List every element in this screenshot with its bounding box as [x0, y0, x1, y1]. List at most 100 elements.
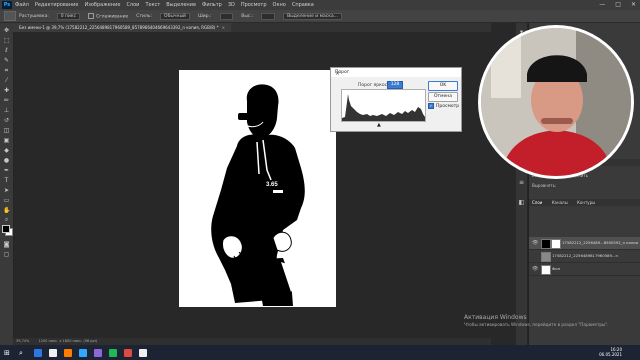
close-tab-icon[interactable]: ×	[222, 25, 225, 30]
history-brush-tool-icon[interactable]: ↺	[3, 117, 10, 124]
quick-select-tool-icon[interactable]: ✎	[3, 57, 10, 64]
ok-button[interactable]: OK	[428, 81, 458, 91]
foreground-color-swatch[interactable]	[2, 225, 10, 233]
close-button[interactable]: ✕	[631, 1, 636, 8]
screen-mode-icon[interactable]: ▢	[3, 251, 10, 258]
menu-help[interactable]: Справка	[292, 2, 314, 8]
hand-tool-icon[interactable]: ✋	[3, 207, 10, 214]
options-bar: Растушевка: 0 пикс Сглаживание Стиль: Об…	[0, 10, 640, 23]
layer-row[interactable]: 👁 17582212_2256489...8900592_n копия	[529, 237, 640, 250]
menu-select[interactable]: Выделение	[166, 2, 196, 8]
type-tool-icon[interactable]: T	[3, 177, 10, 184]
taskbar-app-icon[interactable]	[124, 348, 132, 357]
tools-panel: ✥ ⬚ ℓ ✎ ⌗ ⁄ ✚ ✏ ⊥ ↺ ◫ ▣ ◆ ● ✒ T ➤ ▭ ✋ ⌕ …	[0, 23, 14, 345]
align-label: Выровнять:	[532, 183, 557, 188]
threshold-slider-handle[interactable]: ▲	[377, 122, 381, 128]
menu-file[interactable]: Файл	[15, 2, 29, 8]
layer-name: 17582212_2256489817960589...n	[552, 253, 618, 258]
eraser-tool-icon[interactable]: ◫	[3, 127, 10, 134]
eyedropper-tool-icon[interactable]: ⁄	[3, 77, 10, 84]
minimize-button[interactable]: —	[599, 1, 605, 8]
status-bar: 39,74% 1200 пикс. x 1800 пикс. (96 ppi)	[13, 338, 491, 345]
path-select-tool-icon[interactable]: ➤	[3, 187, 10, 194]
select-mask-button[interactable]: Выделение и маска...	[283, 12, 343, 20]
marquee-tool-icon[interactable]	[4, 11, 16, 21]
photoshop-logo: Ps	[2, 1, 12, 9]
cancel-button[interactable]: Отмена	[428, 92, 458, 102]
menu-view[interactable]: Просмотр	[241, 2, 267, 8]
lasso-tool-icon[interactable]: ℓ	[3, 47, 10, 54]
layer-row[interactable]: 17582212_2256489817960589...n	[529, 250, 640, 263]
document-canvas-image[interactable]: 3.65	[179, 70, 336, 307]
windows-start-icon[interactable]: ⊞	[4, 349, 12, 357]
menu-window[interactable]: Окно	[273, 2, 286, 8]
marquee-tool-icon[interactable]: ⬚	[3, 37, 10, 44]
antialias-label: Сглаживание	[96, 14, 129, 20]
taskbar-app-icon[interactable]	[34, 348, 42, 357]
windows-activation-watermark: Активация Windows Чтобы активировать Win…	[464, 314, 609, 328]
taskbar-clock[interactable]: 16:20 06.05.2021	[599, 347, 622, 357]
quick-mask-icon[interactable]: ◙	[3, 241, 10, 248]
windows-taskbar: ⊞ ⌕	[0, 345, 640, 360]
menu-filter[interactable]: Фильтр	[202, 2, 222, 8]
move-tool-icon[interactable]: ✥	[3, 27, 10, 34]
visibility-eye-icon[interactable]: 👁	[532, 240, 538, 246]
dialog-title-bar[interactable]: Порог ×	[331, 68, 461, 77]
dialog-close-icon[interactable]: ×	[335, 70, 457, 77]
checkmark-icon[interactable]: ✓	[428, 103, 434, 109]
healing-brush-tool-icon[interactable]: ✚	[3, 87, 10, 94]
shape-tool-icon[interactable]: ▭	[3, 197, 10, 204]
menu-image[interactable]: Изображение	[84, 2, 120, 8]
webcam-overlay	[478, 25, 634, 179]
search-icon[interactable]: ⌕	[19, 349, 27, 357]
photoshop-taskbar-icon[interactable]	[79, 348, 87, 357]
style-select[interactable]: Обычный	[160, 12, 190, 20]
width-input[interactable]	[219, 12, 234, 20]
feather-input[interactable]: 0 пикс	[56, 12, 81, 20]
threshold-dialog: Порог × Порог яркости: 128 ▲ OK Отмена ✓…	[330, 67, 462, 132]
menu-text[interactable]: Текст	[145, 2, 160, 8]
layers-panel-icon[interactable]: ◧	[518, 199, 525, 206]
taskbar-app-icon[interactable]	[94, 348, 102, 357]
layer-thumbnail	[541, 265, 551, 275]
document-tab-bar: Без имени-1 @ 39,7% (17582212_2256489817…	[13, 23, 491, 32]
brush-tool-icon[interactable]: ✏	[3, 97, 10, 104]
zoom-tool-icon[interactable]: ⌕	[3, 216, 10, 223]
menu-3d[interactable]: 3D	[228, 2, 235, 8]
layer-thumbnail	[541, 239, 551, 249]
pen-tool-icon[interactable]: ✒	[3, 167, 10, 174]
taskbar-app-icon[interactable]	[64, 348, 72, 357]
dodge-tool-icon[interactable]: ●	[3, 157, 10, 164]
clock-date: 06.05.2021	[599, 352, 622, 357]
crop-tool-icon[interactable]: ⌗	[3, 67, 10, 74]
menu-layers[interactable]: Слои	[126, 2, 139, 8]
preview-checkbox[interactable]: ✓ Просмотр	[428, 103, 459, 109]
document-tab[interactable]: Без имени-1 @ 39,7% (17582212_2256489817…	[13, 23, 231, 32]
blur-tool-icon[interactable]: ◆	[3, 147, 10, 154]
document-tab-title: Без имени-1 @ 39,7% (17582212_2256489817…	[19, 25, 219, 30]
tab-channels[interactable]: Каналы	[552, 200, 568, 205]
activation-title: Активация Windows	[464, 314, 527, 321]
properties-panel-icon[interactable]: ≡	[518, 179, 525, 186]
zoom-level[interactable]: 39,74%	[16, 339, 29, 343]
antialias-checkbox[interactable]: Сглаживание	[88, 12, 129, 20]
maximize-button[interactable]: □	[615, 1, 621, 8]
layer-row[interactable]: 👁 Фон	[529, 263, 640, 276]
gradient-tool-icon[interactable]: ▣	[3, 137, 10, 144]
histogram[interactable]	[341, 89, 426, 122]
layer-name: Фон	[552, 266, 561, 271]
taskbar-app-icon[interactable]	[49, 348, 57, 357]
threshold-level-input[interactable]: 128	[387, 81, 403, 89]
taskbar-app-icon[interactable]	[139, 348, 147, 357]
menu-edit[interactable]: Редактирование	[35, 2, 79, 8]
stamp-tool-icon[interactable]: ⊥	[3, 107, 10, 114]
visibility-eye-icon[interactable]: 👁	[532, 266, 538, 272]
layer-name: 17582212_2256489...8900592_n копия	[562, 240, 639, 245]
taskbar-app-icon[interactable]	[109, 348, 117, 357]
antialias-box[interactable]	[88, 12, 95, 19]
height-input[interactable]	[261, 12, 276, 20]
tab-paths[interactable]: Контуры	[577, 200, 595, 205]
menu-bar: Ps Файл Редактирование Изображение Слои …	[0, 0, 640, 10]
webcam-presenter-image	[481, 28, 631, 176]
tab-layers[interactable]: Слои	[532, 200, 542, 205]
